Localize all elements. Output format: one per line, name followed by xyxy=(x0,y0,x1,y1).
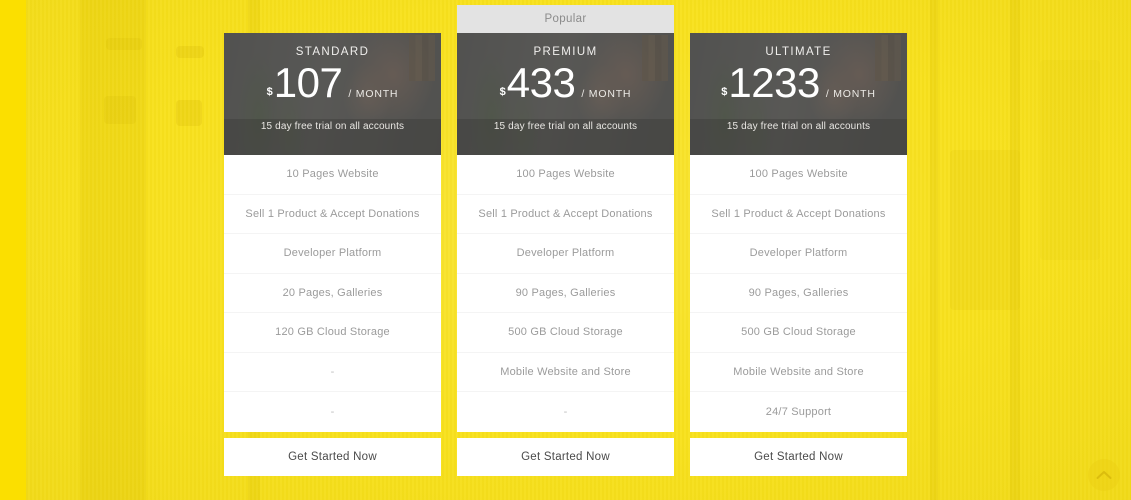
trial-note: 15 day free trial on all accounts xyxy=(726,121,871,132)
pricing-card-ultimate: ULTIMATE $ 1233 / MONTH 15 day free tria… xyxy=(690,33,907,476)
feature-item: 90 Pages, Galleries xyxy=(690,274,907,313)
feature-item: 500 GB Cloud Storage xyxy=(457,313,674,353)
feature-item: 500 GB Cloud Storage xyxy=(690,313,907,353)
feature-item: 100 Pages Website xyxy=(690,155,907,195)
feature-item: Developer Platform xyxy=(690,234,907,274)
trial-note: 15 day free trial on all accounts xyxy=(260,121,405,132)
plan-name: PREMIUM xyxy=(533,46,598,58)
billing-period: / MONTH xyxy=(348,88,399,100)
feature-item: Developer Platform xyxy=(457,234,674,274)
price-amount: 433 xyxy=(506,59,576,106)
chevron-up-icon xyxy=(1096,470,1112,480)
plan-name: STANDARD xyxy=(295,46,370,58)
card-header: ULTIMATE $ 1233 / MONTH 15 day free tria… xyxy=(690,33,907,155)
plan-name: ULTIMATE xyxy=(765,46,832,58)
feature-item: Sell 1 Product & Accept Donations xyxy=(690,195,907,234)
feature-item: Mobile Website and Store xyxy=(690,353,907,392)
billing-period: / MONTH xyxy=(825,88,876,100)
feature-item: Sell 1 Product & Accept Donations xyxy=(457,195,674,234)
feature-item: 24/7 Support xyxy=(765,405,832,418)
trial-note: 15 day free trial on all accounts xyxy=(493,121,638,132)
pricing-table: STANDARD $ 107 / MONTH 15 day free trial… xyxy=(0,0,1131,500)
feature-item: 100 Pages Website xyxy=(457,155,674,195)
scroll-to-top-button[interactable] xyxy=(1088,459,1120,491)
feature-item: 10 Pages Website xyxy=(224,155,441,195)
feature-item: - xyxy=(330,405,335,418)
feature-item: Developer Platform xyxy=(224,234,441,274)
feature-item: 90 Pages, Galleries xyxy=(457,274,674,313)
plan-price: $ 433 / MONTH xyxy=(500,62,632,104)
currency-symbol: $ xyxy=(266,86,273,98)
get-started-button[interactable]: Get Started Now xyxy=(457,437,674,476)
feature-list: 100 Pages Website Sell 1 Product & Accep… xyxy=(690,155,907,432)
feature-item: 20 Pages, Galleries xyxy=(224,274,441,313)
plan-price: $ 1233 / MONTH xyxy=(721,62,876,104)
card-header: PREMIUM $ 433 / MONTH 15 day free trial … xyxy=(457,33,674,155)
pricing-card-premium: Popular PREMIUM $ 433 / MONTH 15 day fre… xyxy=(457,5,674,476)
card-header: STANDARD $ 107 / MONTH 15 day free trial… xyxy=(224,33,441,155)
feature-list: 10 Pages Website Sell 1 Product & Accept… xyxy=(224,155,441,432)
feature-list: 100 Pages Website Sell 1 Product & Accep… xyxy=(457,155,674,432)
billing-period: / MONTH xyxy=(581,88,632,100)
plan-price: $ 107 / MONTH xyxy=(267,62,399,104)
feature-item: Sell 1 Product & Accept Donations xyxy=(224,195,441,234)
price-amount: 1233 xyxy=(728,59,820,106)
get-started-button[interactable]: Get Started Now xyxy=(224,437,441,476)
currency-symbol: $ xyxy=(721,86,728,98)
pricing-card-standard: STANDARD $ 107 / MONTH 15 day free trial… xyxy=(224,33,441,476)
currency-symbol: $ xyxy=(499,86,506,98)
price-amount: 107 xyxy=(273,59,343,106)
feature-item: - xyxy=(224,353,441,392)
feature-item: 120 GB Cloud Storage xyxy=(224,313,441,353)
get-started-button[interactable]: Get Started Now xyxy=(690,437,907,476)
feature-item: Mobile Website and Store xyxy=(457,353,674,392)
popular-badge: Popular xyxy=(457,5,674,33)
feature-item: - xyxy=(563,405,568,418)
